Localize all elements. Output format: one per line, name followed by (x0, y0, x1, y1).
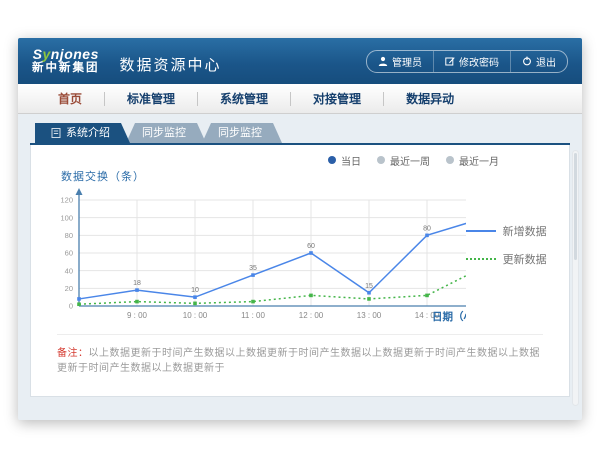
edit-icon (445, 56, 455, 66)
logo-wordmark: Synjones (32, 47, 100, 62)
y-axis-title: 数据交换（条） (61, 168, 555, 184)
header: Synjones 新中新集团 数据资源中心 管理员 修改密码 退出 (18, 38, 582, 84)
user-button[interactable]: 管理员 (367, 51, 433, 72)
nav-item-standard-mgmt[interactable]: 标准管理 (104, 92, 197, 106)
power-icon (522, 56, 532, 66)
svg-text:0: 0 (69, 302, 73, 311)
line-chart: 0 20 40 60 80 100 120 9 : 00 10 : 00 11 : 00 12 : … (45, 184, 466, 332)
svg-text:10: 10 (191, 287, 199, 294)
svg-text:13 : 00: 13 : 00 (357, 311, 382, 320)
radio-label: 最近一月 (459, 153, 499, 168)
chart-panel: 当日 最近一周 最近一月 数据交换（条） 0 20 40 60 80 100 120 9 : 00… (30, 145, 570, 397)
nav-item-integration-mgmt[interactable]: 对接管理 (290, 92, 383, 106)
footnote-prefix: 备注： (57, 348, 89, 359)
document-icon (51, 128, 61, 138)
svg-text:80: 80 (65, 231, 73, 240)
nav-item-home[interactable]: 首页 (36, 92, 104, 106)
svg-text:12 : 00: 12 : 00 (299, 311, 324, 320)
nav-item-data-change[interactable]: 数据异动 (383, 92, 476, 106)
scrollbar[interactable] (572, 150, 579, 406)
svg-text:80: 80 (423, 225, 431, 232)
range-radio-group: 当日 最近一周 最近一月 (45, 152, 555, 168)
tab-sync-monitor-2[interactable]: 同步监控 (202, 123, 282, 143)
legend-line-sample (466, 230, 496, 232)
svg-text:35: 35 (249, 265, 257, 272)
tab-sync-monitor-1[interactable]: 同步监控 (126, 123, 206, 143)
page-title: 数据资源中心 (120, 54, 222, 75)
radio-last-week[interactable]: 最近一周 (377, 153, 430, 168)
tab-label: 同步监控 (142, 123, 186, 143)
radio-dot (328, 156, 336, 164)
footnote: 备注：以上数据更新于时间产生数据以上数据更新于时间产生数据以上数据更新于时间产生… (57, 334, 543, 374)
svg-text:20: 20 (65, 284, 73, 293)
app-window: Synjones 新中新集团 数据资源中心 管理员 修改密码 退出 首页标准管理… (18, 38, 582, 420)
tab-label: 系统介绍 (66, 123, 110, 143)
legend-label: 更新数据 (503, 251, 547, 267)
chart-row: 0 20 40 60 80 100 120 9 : 00 10 : 00 11 : 00 12 : … (45, 184, 555, 332)
logo: Synjones 新中新集团 (32, 47, 100, 75)
radio-dot (446, 156, 454, 164)
svg-text:15: 15 (365, 283, 373, 290)
svg-text:60: 60 (307, 243, 315, 250)
tab-system-intro[interactable]: 系统介绍 (35, 123, 130, 143)
svg-text:40: 40 (65, 266, 73, 275)
change-password-button[interactable]: 修改密码 (433, 51, 510, 72)
content-area: 系统介绍 同步监控 同步监控 当日 最近一周 最近一月 数据交换（条） 0 20 40 60 8… (18, 114, 582, 420)
legend-line-sample (466, 258, 496, 260)
user-menu: 管理员 修改密码 退出 (366, 50, 568, 73)
main-nav: 首页标准管理系统管理对接管理数据异动 (18, 84, 582, 114)
user-icon (378, 56, 388, 66)
logo-subtitle: 新中新集团 (32, 62, 100, 75)
scrollbar-thumb[interactable] (574, 153, 577, 260)
nav-item-system-mgmt[interactable]: 系统管理 (197, 92, 290, 106)
svg-text:60: 60 (65, 249, 73, 258)
tab-bar: 系统介绍 同步监控 同步监控 (35, 123, 570, 143)
tab-label: 同步监控 (218, 123, 262, 143)
logout-button[interactable]: 退出 (510, 51, 567, 72)
svg-text:11 : 00: 11 : 00 (241, 311, 265, 320)
radio-dot (377, 156, 385, 164)
legend-item-updated-data: 更新数据 (466, 251, 555, 267)
svg-text:120: 120 (60, 196, 73, 205)
svg-text:日期（小时）: 日期（小时） (432, 310, 466, 323)
svg-text:18: 18 (133, 280, 141, 287)
svg-text:9 : 00: 9 : 00 (127, 311, 148, 320)
svg-text:10 : 00: 10 : 00 (183, 311, 208, 320)
legend-label: 新增数据 (503, 223, 547, 239)
radio-last-month[interactable]: 最近一月 (446, 153, 499, 168)
footnote-text: 以上数据更新于时间产生数据以上数据更新于时间产生数据以上数据更新于时间产生数据以… (57, 348, 540, 374)
radio-label: 最近一周 (390, 153, 430, 168)
legend-item-new-data: 新增数据 (466, 223, 555, 239)
radio-label: 当日 (341, 153, 361, 168)
radio-today[interactable]: 当日 (328, 153, 361, 168)
chart-legend: 新增数据更新数据 (466, 223, 555, 267)
svg-text:100: 100 (60, 213, 73, 222)
